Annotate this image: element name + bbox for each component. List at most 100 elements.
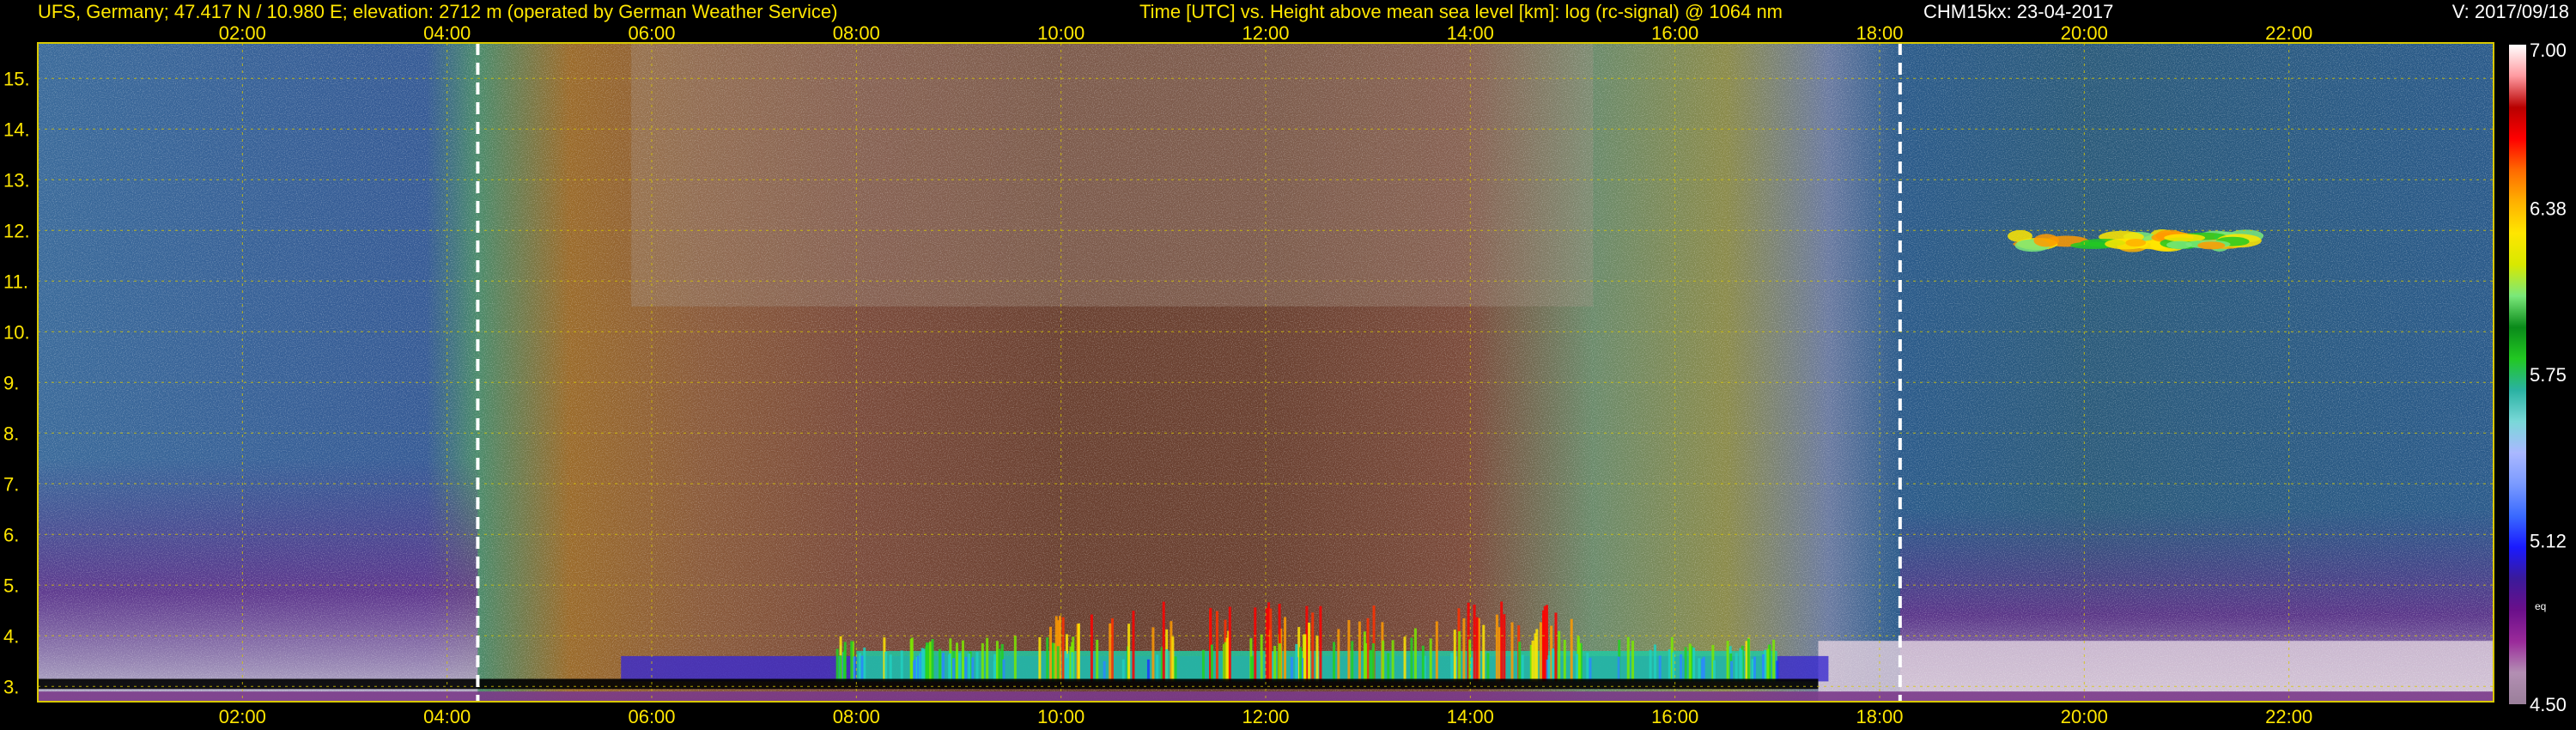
plume-streak bbox=[961, 640, 964, 682]
plume-streak bbox=[1586, 652, 1589, 682]
y-tick-label: 13. bbox=[3, 169, 30, 191]
plume-streak bbox=[1578, 642, 1582, 682]
plume-streak bbox=[1486, 653, 1490, 682]
x-tick-label-bottom: 14:00 bbox=[1447, 706, 1494, 727]
plume-streak bbox=[1766, 648, 1770, 682]
plume-streak bbox=[1482, 624, 1485, 682]
plume-streak bbox=[981, 642, 984, 682]
plume-streak bbox=[1250, 656, 1254, 682]
plume-streak bbox=[1061, 617, 1065, 682]
plume-streak bbox=[1215, 611, 1218, 682]
plume-streak bbox=[952, 658, 956, 682]
x-tick-label-top: 04:00 bbox=[423, 22, 471, 44]
plume-streak bbox=[1364, 642, 1368, 682]
plume-streak bbox=[1225, 637, 1229, 682]
plume-streak bbox=[1077, 623, 1080, 682]
plume-streak bbox=[1382, 640, 1385, 682]
plume-streak bbox=[942, 653, 945, 682]
plume-streak bbox=[1688, 643, 1692, 682]
ceilometer-chart: 02:00 02:00 04:00 04:00 06:00 06:00 08:00 08:00… bbox=[3, 22, 2567, 727]
plume-streak bbox=[1680, 654, 1683, 682]
plume-streak bbox=[1038, 636, 1042, 682]
x-tick-label-top: 20:00 bbox=[2061, 22, 2108, 44]
x-tick-label-bottom: 10:00 bbox=[1037, 706, 1084, 727]
plume-streak bbox=[1096, 639, 1099, 682]
plume-streak bbox=[1337, 629, 1340, 682]
plume-streak bbox=[1121, 659, 1125, 682]
plume-streak bbox=[1712, 660, 1716, 682]
plume-streak bbox=[1315, 636, 1319, 682]
plume-streak bbox=[986, 637, 989, 682]
x-tick-label-top: 16:00 bbox=[1651, 22, 1698, 44]
cirrus-cloud bbox=[2166, 240, 2192, 249]
plume-streak bbox=[1303, 634, 1307, 682]
plume-streak bbox=[858, 653, 861, 682]
plume-streak bbox=[925, 642, 928, 682]
plume-streak bbox=[1049, 626, 1053, 682]
plume-streak bbox=[1563, 639, 1566, 682]
plume-streak bbox=[1617, 656, 1620, 682]
plume-streak bbox=[1626, 636, 1630, 682]
plume-streak bbox=[1269, 608, 1273, 682]
x-tick-label-top: 18:00 bbox=[1856, 22, 1903, 44]
plume-streak bbox=[1500, 601, 1504, 682]
x-tick-label-top: 08:00 bbox=[833, 22, 880, 44]
y-tick-label: 14. bbox=[3, 119, 30, 140]
plume-streak bbox=[1333, 642, 1336, 682]
plume-streak bbox=[1162, 601, 1165, 682]
y-tick-label: 12. bbox=[3, 220, 30, 241]
plume-streak bbox=[1672, 652, 1675, 682]
plume-streak bbox=[1462, 617, 1466, 682]
plume-streak bbox=[1570, 618, 1573, 682]
plume-streak bbox=[1421, 645, 1425, 682]
plume-streak bbox=[964, 656, 968, 682]
plume-streak bbox=[1495, 614, 1498, 682]
plume-streak bbox=[1473, 605, 1476, 682]
plume-streak bbox=[1371, 643, 1375, 682]
x-tick-label-bottom: 06:00 bbox=[628, 706, 675, 727]
colorbar-tick-label: 5.75 bbox=[2530, 364, 2567, 386]
x-tick-label-bottom: 18:00 bbox=[1856, 706, 1903, 727]
plume-streak bbox=[971, 657, 975, 682]
plume-streak bbox=[1726, 641, 1729, 682]
plume-streak bbox=[1554, 612, 1558, 682]
y-tick-label: 10. bbox=[3, 321, 30, 343]
plume-streak bbox=[884, 651, 888, 682]
plume-streak bbox=[1539, 622, 1542, 682]
plume-streak bbox=[1064, 651, 1067, 682]
y-tick-label: 9. bbox=[3, 372, 19, 393]
plume-streak bbox=[968, 654, 971, 682]
signal-noise bbox=[38, 43, 2494, 702]
plume-streak bbox=[1201, 649, 1205, 682]
plume-streak bbox=[1684, 647, 1687, 682]
plume-streak bbox=[1458, 631, 1461, 682]
cirrus-cloud bbox=[2033, 234, 2059, 247]
plume-streak bbox=[1547, 655, 1551, 682]
plume-streak bbox=[1453, 630, 1456, 682]
x-tick-label-top: 10:00 bbox=[1037, 22, 1084, 44]
plume-streak bbox=[1319, 605, 1322, 682]
plume-streak bbox=[1071, 652, 1074, 682]
plume-streak bbox=[1013, 636, 1017, 682]
plume-streak bbox=[1090, 614, 1093, 682]
cirrus-cloud bbox=[2197, 241, 2226, 250]
plume-streak bbox=[1273, 646, 1277, 682]
plume-streak bbox=[850, 641, 854, 682]
plume-streak bbox=[1066, 654, 1070, 682]
plume-streak bbox=[1413, 628, 1417, 682]
plume-streak bbox=[1535, 629, 1539, 682]
x-tick-label-bottom: 20:00 bbox=[2061, 706, 2108, 727]
plume-streak bbox=[1729, 660, 1733, 682]
plume-streak bbox=[853, 656, 856, 682]
plume-streak bbox=[931, 639, 934, 682]
x-tick-label-top: 22:00 bbox=[2265, 22, 2312, 44]
plume-streak bbox=[1403, 636, 1406, 682]
plume-streak bbox=[1698, 658, 1701, 682]
plume-streak bbox=[1653, 644, 1656, 682]
x-tick-label-bottom: 22:00 bbox=[2265, 706, 2312, 727]
plume-streak bbox=[1165, 648, 1169, 682]
y-tick-label: 3. bbox=[3, 676, 19, 697]
plume-streak bbox=[1103, 660, 1106, 682]
plume-streak bbox=[1387, 653, 1390, 682]
plume-streak bbox=[863, 647, 866, 682]
